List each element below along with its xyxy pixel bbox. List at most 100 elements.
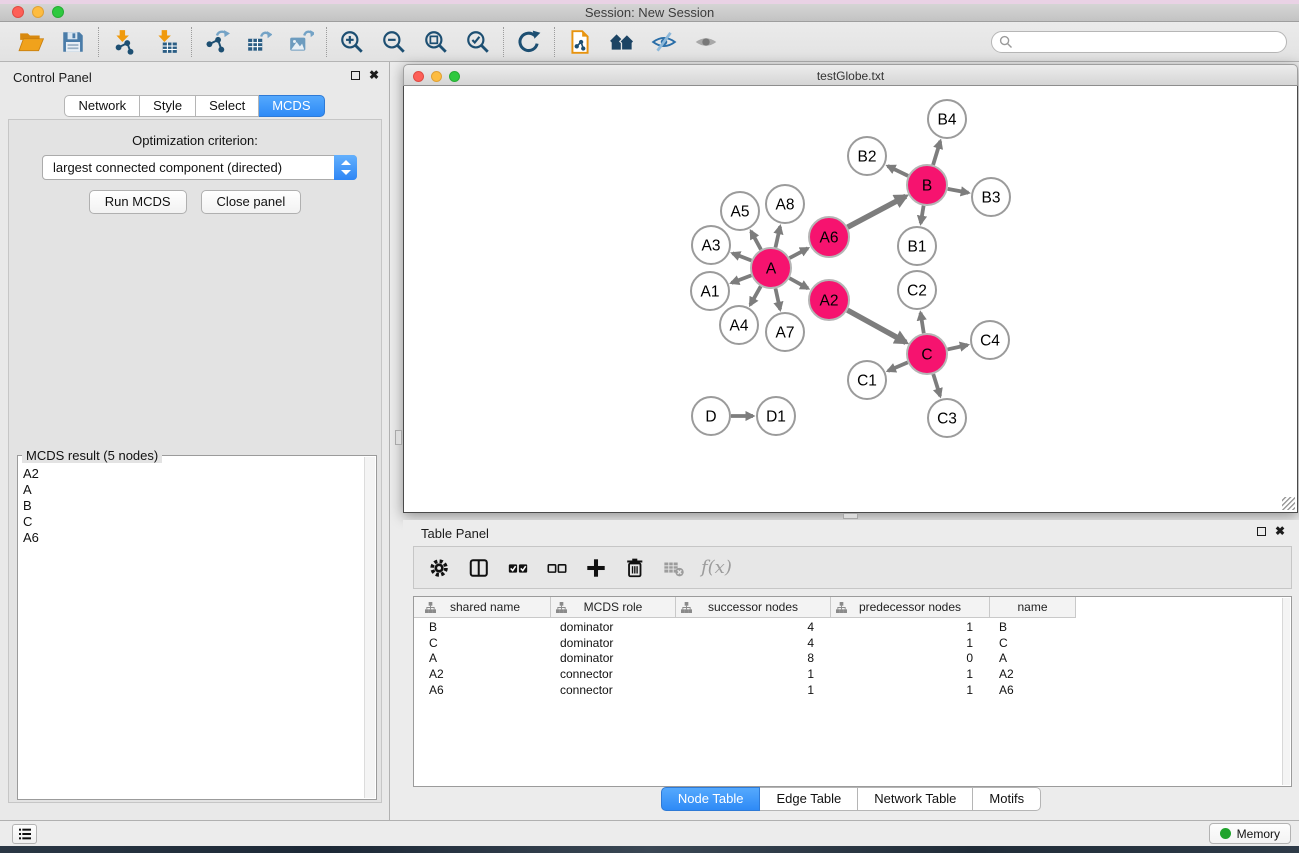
graph-node-A3[interactable]: A3 <box>692 226 730 264</box>
result-item[interactable]: C <box>23 514 364 530</box>
hide-details-button[interactable] <box>643 25 685 59</box>
table-row[interactable]: Cdominator41C <box>420 636 1076 652</box>
tab-mcds[interactable]: MCDS <box>259 95 324 117</box>
window-resize-grip[interactable] <box>1282 497 1295 510</box>
result-item[interactable]: A <box>23 482 364 498</box>
table-settings-button[interactable] <box>428 556 452 580</box>
zoom-in-button[interactable] <box>331 25 373 59</box>
tab-network-table[interactable]: Network Table <box>858 787 973 811</box>
import-network-button[interactable] <box>103 25 145 59</box>
graph-node-B2[interactable]: B2 <box>848 137 886 175</box>
graph-node-B[interactable]: B <box>907 165 947 205</box>
delete-table-button[interactable] <box>662 556 686 580</box>
edge-A-A5[interactable] <box>751 231 761 249</box>
column-header-successor-nodes[interactable]: successor nodes <box>676 597 831 618</box>
memory-button[interactable]: Memory <box>1209 823 1291 844</box>
edge-C-C2[interactable] <box>921 313 924 334</box>
table-row[interactable]: A2connector11A2 <box>420 667 1076 683</box>
edge-A-A3[interactable] <box>732 253 751 260</box>
graph-node-C[interactable]: C <box>907 334 947 374</box>
graph-node-A4[interactable]: A4 <box>720 306 758 344</box>
zoom-selected-button[interactable] <box>457 25 499 59</box>
float-table-panel-icon[interactable] <box>1257 527 1266 536</box>
graph-node-A1[interactable]: A1 <box>691 272 729 310</box>
edge-B-B3[interactable] <box>948 189 969 193</box>
edge-C-C3[interactable] <box>933 374 940 396</box>
edge-A-A7[interactable] <box>775 289 780 310</box>
graph-node-D[interactable]: D <box>692 397 730 435</box>
column-header-shared-name[interactable]: shared name <box>420 597 551 618</box>
search-input[interactable] <box>991 31 1287 53</box>
graph-node-C1[interactable]: C1 <box>848 361 886 399</box>
function-builder-button[interactable]: f(x) <box>701 557 732 578</box>
home-view-button[interactable] <box>601 25 643 59</box>
export-image-button[interactable] <box>280 25 322 59</box>
edge-B-B2[interactable] <box>888 166 908 176</box>
vertical-splitter-handle[interactable] <box>395 430 402 445</box>
zoom-fit-button[interactable] <box>415 25 457 59</box>
import-table-button[interactable] <box>145 25 187 59</box>
edge-A-A2[interactable] <box>789 278 808 288</box>
network-window-titlebar[interactable]: testGlobe.txt <box>403 64 1298 86</box>
show-column-panel-button[interactable] <box>467 556 491 580</box>
add-column-button[interactable] <box>584 556 608 580</box>
edge-C-C4[interactable] <box>947 345 967 349</box>
edge-A6-B[interactable] <box>848 196 906 227</box>
edge-A-A4[interactable] <box>750 286 760 305</box>
task-history-button[interactable] <box>12 824 37 844</box>
select-all-columns-button[interactable] <box>506 556 530 580</box>
table-scrollbar[interactable] <box>1282 598 1290 785</box>
graph-node-B4[interactable]: B4 <box>928 100 966 138</box>
tab-edge-table[interactable]: Edge Table <box>760 787 858 811</box>
graph-node-A7[interactable]: A7 <box>766 313 804 351</box>
graph-node-A6[interactable]: A6 <box>809 217 849 257</box>
result-scrollbar[interactable] <box>364 457 375 798</box>
network-from-file-button[interactable] <box>559 25 601 59</box>
delete-column-button[interactable] <box>623 556 647 580</box>
criterion-select[interactable]: largest connected component (directed) <box>42 155 357 180</box>
export-network-button[interactable] <box>196 25 238 59</box>
save-session-button[interactable] <box>52 25 94 59</box>
open-session-button[interactable] <box>10 25 52 59</box>
tab-network[interactable]: Network <box>64 95 140 117</box>
graph-node-C3[interactable]: C3 <box>928 399 966 437</box>
result-item[interactable]: A2 <box>23 466 364 482</box>
run-mcds-button[interactable]: Run MCDS <box>89 190 187 214</box>
graph-node-C4[interactable]: C4 <box>971 321 1009 359</box>
tab-motifs[interactable]: Motifs <box>973 787 1041 811</box>
deselect-all-columns-button[interactable] <box>545 556 569 580</box>
tab-node-table[interactable]: Node Table <box>661 787 761 811</box>
graph-node-B1[interactable]: B1 <box>898 227 936 265</box>
edge-B-B1[interactable] <box>921 206 924 224</box>
column-header-name[interactable]: name <box>990 597 1076 618</box>
horizontal-splitter-handle[interactable] <box>843 513 858 519</box>
table-row[interactable]: Bdominator41B <box>420 620 1076 636</box>
column-header-mcds-role[interactable]: MCDS role <box>551 597 676 618</box>
close-panel-button[interactable]: Close panel <box>201 190 302 214</box>
graph-node-A2[interactable]: A2 <box>809 280 849 320</box>
refresh-network-button[interactable] <box>508 25 550 59</box>
result-item[interactable]: B <box>23 498 364 514</box>
graph-node-B3[interactable]: B3 <box>972 178 1010 216</box>
result-item[interactable]: A6 <box>23 530 364 546</box>
close-panel-icon[interactable]: ✖ <box>369 70 379 81</box>
close-table-panel-icon[interactable]: ✖ <box>1275 526 1285 537</box>
graph-node-A[interactable]: A <box>751 248 791 288</box>
table-row[interactable]: A6connector11A6 <box>420 683 1076 699</box>
export-table-button[interactable] <box>238 25 280 59</box>
edge-A-A6[interactable] <box>790 248 808 258</box>
tab-select[interactable]: Select <box>196 95 259 117</box>
column-header-predecessor-nodes[interactable]: predecessor nodes <box>831 597 990 618</box>
network-canvas[interactable]: B4 B2 B B3 A8A5 A6 A3 B1 A C2 A1 A2 A4A7 C4 C C1 D D1 C3 <box>403 86 1298 513</box>
edge-B-B4[interactable] <box>933 141 940 165</box>
graph-node-D1[interactable]: D1 <box>757 397 795 435</box>
edge-A-A1[interactable] <box>732 275 752 282</box>
graph-node-A8[interactable]: A8 <box>766 185 804 223</box>
graph-node-C2[interactable]: C2 <box>898 271 936 309</box>
show-details-button[interactable] <box>685 25 727 59</box>
zoom-out-button[interactable] <box>373 25 415 59</box>
graph-node-A5[interactable]: A5 <box>721 192 759 230</box>
float-panel-icon[interactable] <box>351 71 360 80</box>
edge-C-C1[interactable] <box>888 362 908 371</box>
edge-A-A8[interactable] <box>775 226 780 247</box>
